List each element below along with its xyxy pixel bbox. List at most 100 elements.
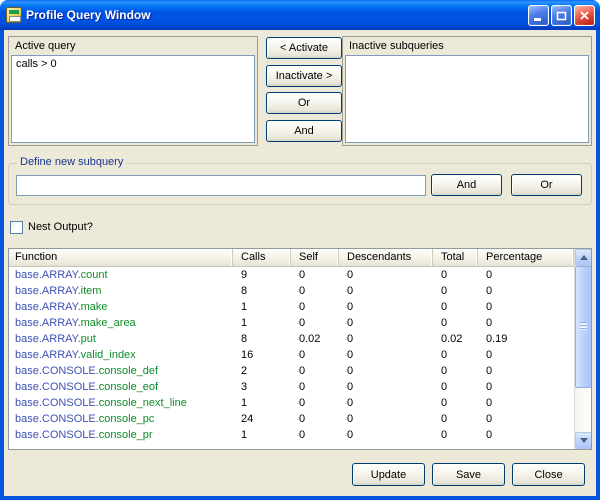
metric-cell: 24 (233, 411, 291, 427)
table-row[interactable]: base.ARRAY.make 1 0 0 0 0 (9, 299, 574, 315)
activate-button[interactable]: < Activate (266, 37, 342, 59)
table-row[interactable]: base.ARRAY.put 8 0.02 0 0.02 0.19 (9, 331, 574, 347)
table-row[interactable]: base.ARRAY.count 9 0 0 0 0 (9, 267, 574, 283)
metric-cell: 0 (291, 267, 339, 283)
maximize-button[interactable] (551, 5, 572, 26)
metric-cell: 1 (233, 315, 291, 331)
column-header-calls[interactable]: Calls (233, 249, 291, 266)
metric-cell: 0 (478, 347, 574, 363)
function-feature: console_eof (99, 381, 158, 393)
metric-cell: 0 (339, 283, 433, 299)
metric-cell: 0 (291, 283, 339, 299)
metric-cell: 8 (233, 283, 291, 299)
function-cell: base.CONSOLE.console_pc (9, 411, 233, 427)
nest-output-label: Nest Output? (28, 221, 93, 234)
column-header-percentage[interactable]: Percentage (478, 249, 574, 266)
function-prefix: base.ARRAY. (15, 349, 81, 361)
active-query-item[interactable]: calls > 0 (12, 56, 254, 72)
table-scrollbar[interactable] (574, 249, 591, 449)
metric-cell: 0 (339, 299, 433, 315)
function-prefix: base.ARRAY. (15, 333, 81, 345)
metric-cell: 0 (478, 283, 574, 299)
maximize-icon (556, 10, 567, 21)
close-icon (579, 10, 590, 21)
metric-cell: 0 (339, 379, 433, 395)
update-button[interactable]: Update (352, 463, 425, 486)
scroll-up-button[interactable] (575, 249, 592, 266)
metric-cell: 0 (478, 315, 574, 331)
function-feature: console_pr (99, 429, 153, 441)
function-prefix: base.CONSOLE. (15, 365, 99, 377)
metric-cell: 0 (291, 315, 339, 331)
metric-cell: 0 (433, 315, 478, 331)
metric-cell: 0 (339, 363, 433, 379)
table-row[interactable]: base.ARRAY.item 8 0 0 0 0 (9, 283, 574, 299)
active-query-label: Active query (9, 37, 257, 55)
function-feature: valid_index (81, 349, 136, 361)
metric-cell: 0 (291, 379, 339, 395)
column-header-function[interactable]: Function (9, 249, 233, 266)
titlebar[interactable]: Profile Query Window (0, 0, 600, 30)
scroll-down-button[interactable] (575, 432, 592, 449)
or-button[interactable]: Or (266, 92, 342, 114)
metric-cell: 0 (433, 299, 478, 315)
subquery-and-button[interactable]: And (431, 174, 502, 196)
profile-table: Function Calls Self Descendants Total Pe… (8, 248, 592, 450)
metric-cell: 0 (478, 379, 574, 395)
column-header-total[interactable]: Total (433, 249, 478, 266)
table-row[interactable]: base.ARRAY.valid_index 16 0 0 0 0 (9, 347, 574, 363)
function-cell: base.ARRAY.make (9, 299, 233, 315)
function-feature: console_pc (99, 413, 155, 425)
function-feature: put (81, 333, 96, 345)
inactive-subqueries-list[interactable] (345, 55, 589, 143)
active-query-panel: Active query calls > 0 (8, 36, 258, 146)
table-row[interactable]: base.CONSOLE.console_pr 1 0 0 0 0 (9, 427, 574, 443)
function-prefix: base.CONSOLE. (15, 413, 99, 425)
metric-cell: 0 (433, 347, 478, 363)
function-cell: base.ARRAY.put (9, 331, 233, 347)
function-cell: base.ARRAY.valid_index (9, 347, 233, 363)
function-feature: make (81, 301, 108, 313)
profile-query-window: Profile Query Window Active query calls … (0, 0, 600, 500)
metric-cell: 0 (433, 427, 478, 443)
metric-cell: 0 (291, 427, 339, 443)
metric-cell: 0 (478, 411, 574, 427)
subquery-input[interactable] (16, 175, 426, 196)
close-dialog-button[interactable]: Close (512, 463, 585, 486)
metric-cell: 0.02 (291, 331, 339, 347)
table-row[interactable]: base.CONSOLE.console_eof 3 0 0 0 0 (9, 379, 574, 395)
metric-cell: 0 (433, 395, 478, 411)
function-feature: item (81, 285, 102, 297)
and-button[interactable]: And (266, 120, 342, 142)
metric-cell: 0 (291, 411, 339, 427)
table-row[interactable]: base.CONSOLE.console_next_line 1 0 0 0 0 (9, 395, 574, 411)
minimize-button[interactable] (528, 5, 549, 26)
table-row[interactable]: base.CONSOLE.console_def 2 0 0 0 0 (9, 363, 574, 379)
save-button[interactable]: Save (432, 463, 505, 486)
metric-cell: 0 (339, 411, 433, 427)
scrollbar-thumb[interactable] (575, 266, 592, 388)
function-prefix: base.CONSOLE. (15, 381, 99, 393)
metric-cell: 0 (339, 427, 433, 443)
metric-cell: 16 (233, 347, 291, 363)
active-query-list[interactable]: calls > 0 (11, 55, 255, 143)
metric-cell: 8 (233, 331, 291, 347)
nest-output-checkbox[interactable]: Nest Output? (10, 220, 93, 234)
function-prefix: base.ARRAY. (15, 285, 81, 297)
metric-cell: 0 (339, 347, 433, 363)
table-row[interactable]: base.CONSOLE.console_pc 24 0 0 0 0 (9, 411, 574, 427)
inactivate-button[interactable]: Inactivate > (266, 65, 342, 87)
metric-cell: 0 (339, 267, 433, 283)
function-cell: base.ARRAY.make_area (9, 315, 233, 331)
column-header-descendants[interactable]: Descendants (339, 249, 433, 266)
arrow-up-icon (580, 255, 588, 260)
metric-cell: 0 (478, 395, 574, 411)
subquery-or-button[interactable]: Or (511, 174, 582, 196)
table-body: base.ARRAY.count 9 0 0 0 0 base.ARRAY.it… (9, 267, 574, 449)
table-row[interactable]: base.ARRAY.make_area 1 0 0 0 0 (9, 315, 574, 331)
metric-cell: 0 (339, 331, 433, 347)
close-button[interactable] (574, 5, 595, 26)
function-feature: console_next_line (99, 397, 187, 409)
function-cell: base.ARRAY.count (9, 267, 233, 283)
column-header-self[interactable]: Self (291, 249, 339, 266)
